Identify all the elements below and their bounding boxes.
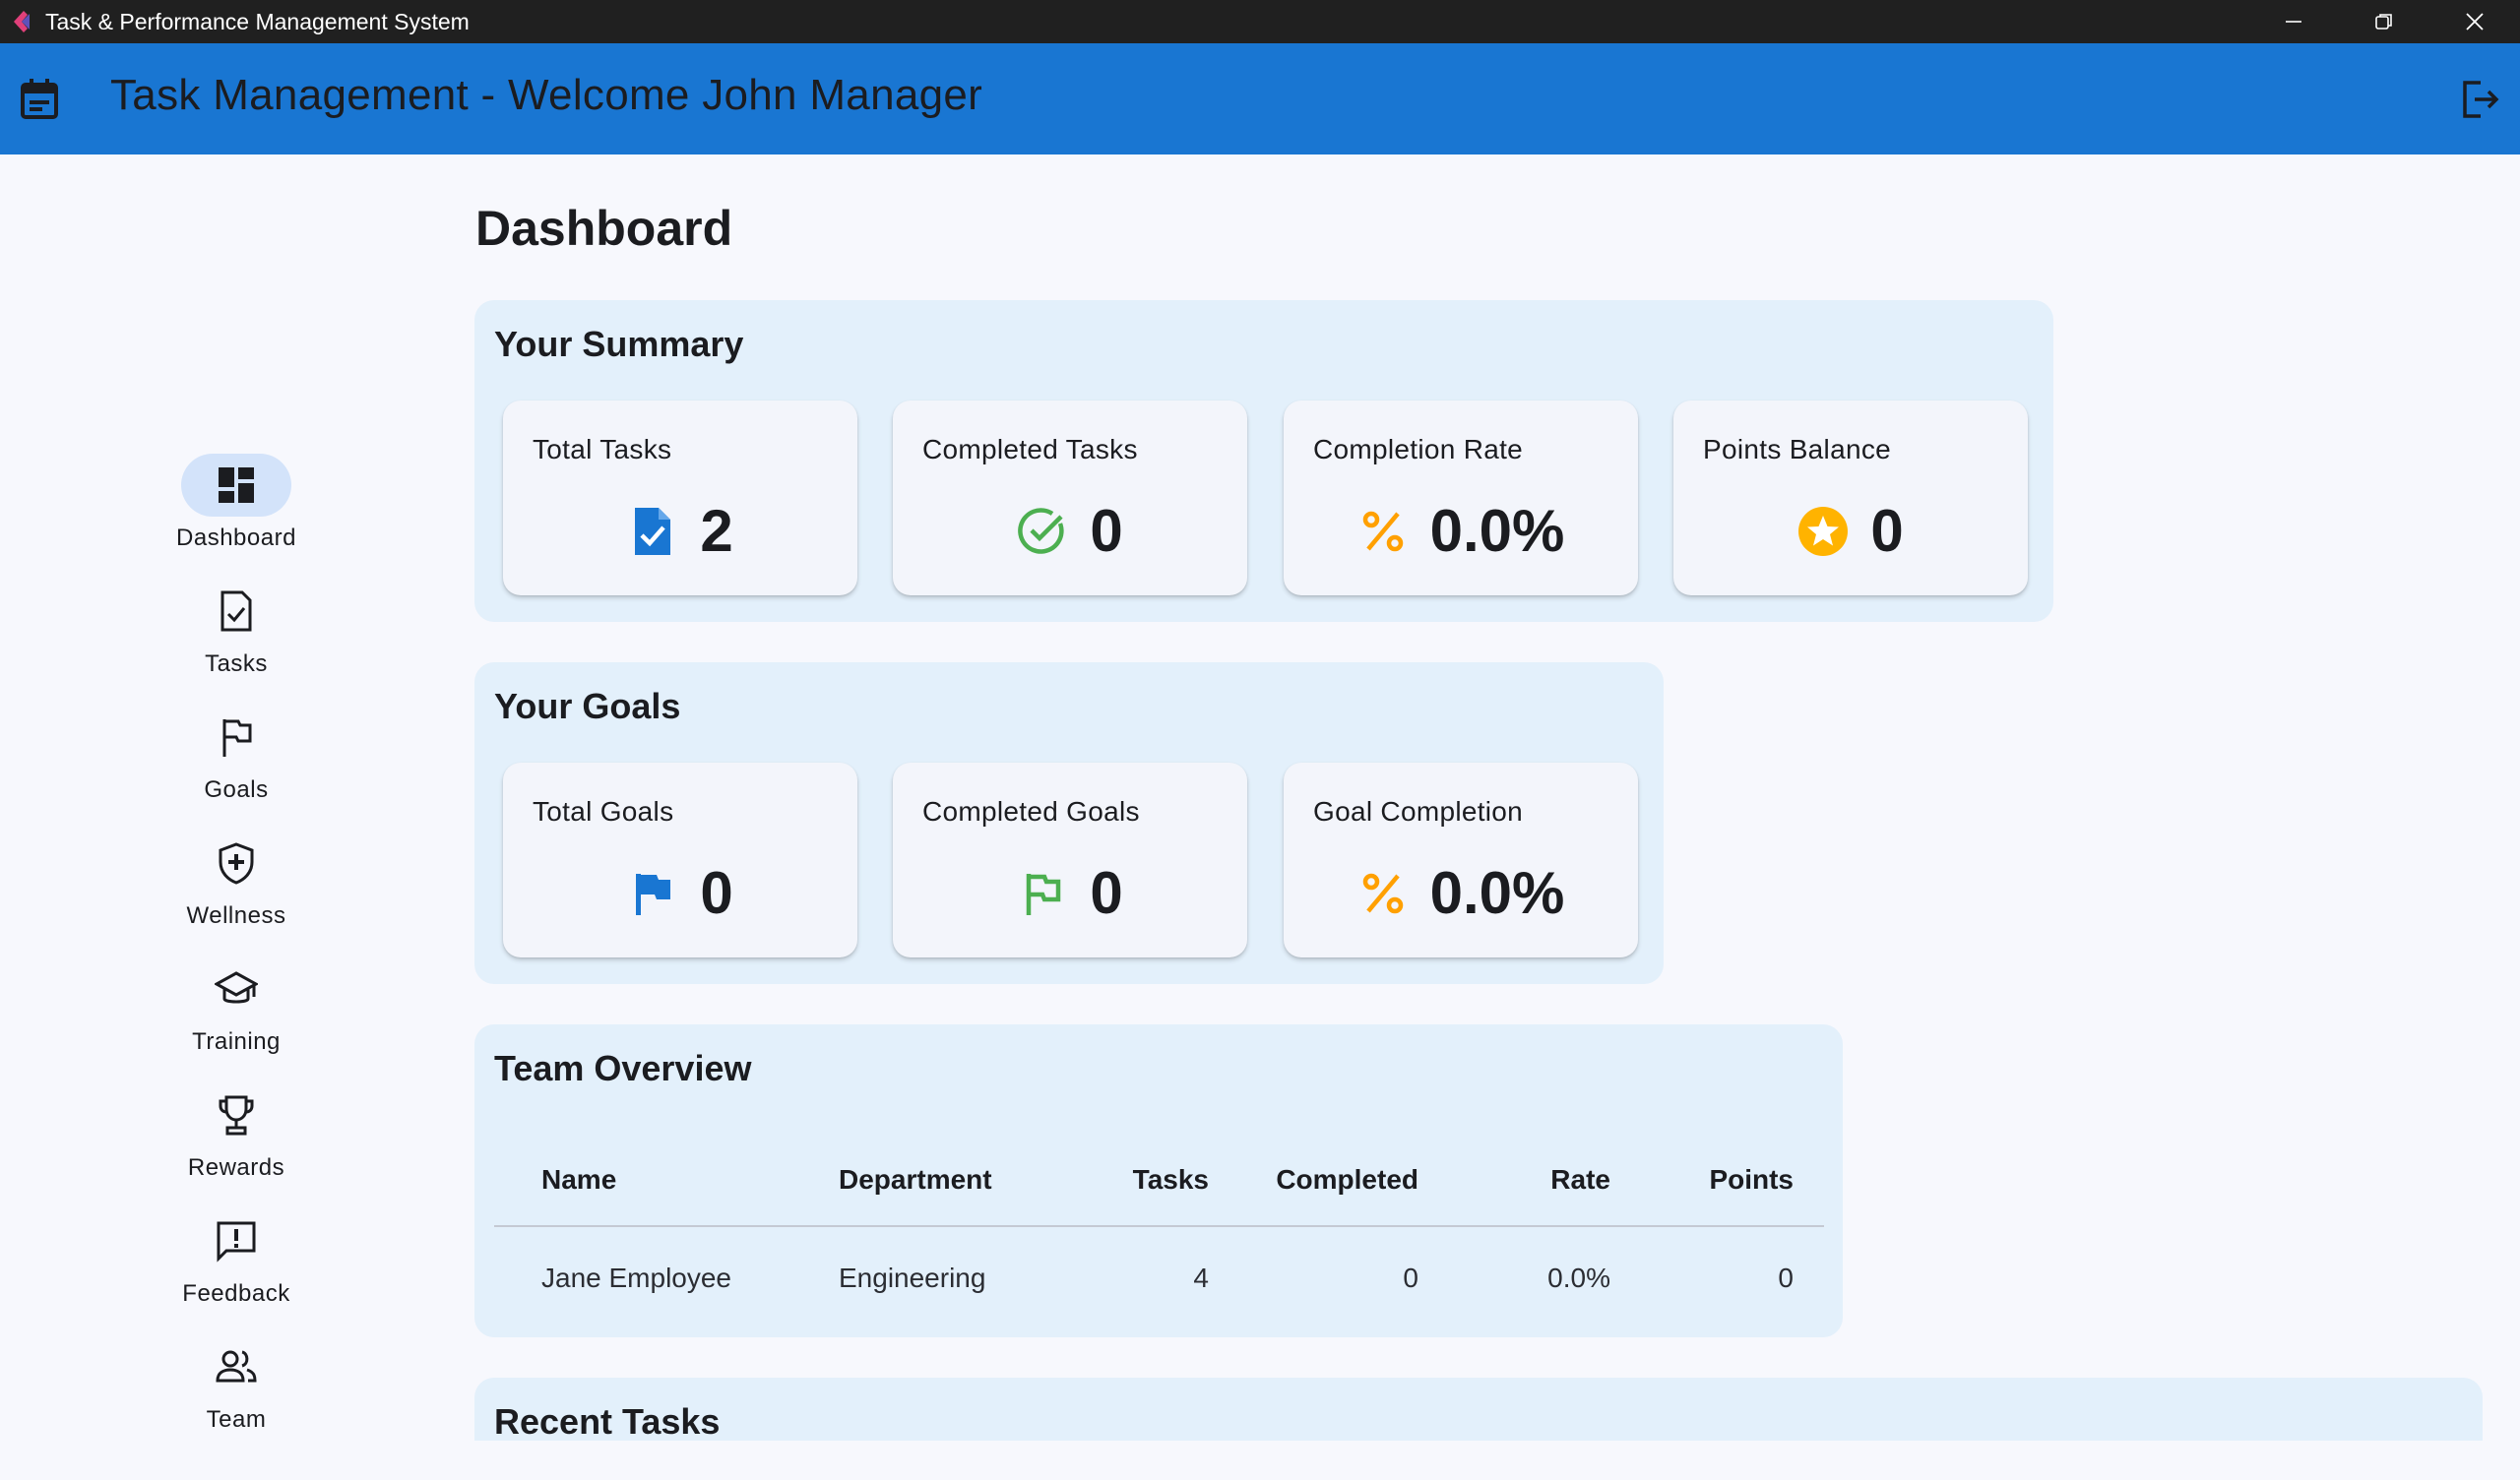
section-title: Recent Tasks — [494, 1401, 721, 1441]
card-label: Total Goals — [533, 796, 674, 827]
nav-item-goals[interactable]: Goals — [138, 706, 335, 824]
health-shield-icon — [181, 832, 291, 894]
table-row[interactable]: Jane Employee Engineering 4 0 0.0% 0 — [494, 1227, 1824, 1322]
column-header-name[interactable]: Name — [541, 1133, 616, 1227]
nav-item-feedback[interactable]: Feedback — [138, 1209, 335, 1327]
section-title: Your Summary — [494, 324, 744, 364]
bottom-clip — [0, 1441, 2520, 1480]
task-document-icon — [627, 506, 678, 557]
column-header-department[interactable]: Department — [839, 1133, 992, 1227]
nav-item-tasks[interactable]: Tasks — [138, 580, 335, 698]
stat-card-completed-goals: Completed Goals 0 — [893, 763, 1247, 957]
column-header-rate[interactable]: Rate — [1479, 1133, 1610, 1227]
team-overview-section: Team Overview Name Department Tasks Comp… — [474, 1024, 1843, 1337]
stat-card-completion-rate: Completion Rate 0.0% — [1284, 401, 1638, 595]
team-table: Name Department Tasks Completed Rate Poi… — [494, 1133, 1824, 1322]
logout-button[interactable] — [2457, 77, 2502, 122]
card-label: Total Tasks — [533, 434, 672, 464]
card-label: Points Balance — [1703, 434, 1891, 464]
summary-section: Your Summary Total Tasks 2 Completed Tas… — [474, 300, 2053, 622]
stat-card-goal-completion: Goal Completion 0.0% — [1284, 763, 1638, 957]
section-title: Team Overview — [494, 1048, 752, 1088]
nav-rail: Dashboard Tasks Goals Wellness Training … — [0, 154, 472, 1480]
column-header-points[interactable]: Points — [1636, 1133, 1794, 1227]
section-title: Your Goals — [494, 686, 681, 726]
card-value: 0 — [1090, 498, 1123, 564]
nav-item-rewards[interactable]: Rewards — [138, 1083, 335, 1202]
nav-label: Dashboard — [176, 524, 296, 551]
nav-label: Rewards — [187, 1154, 285, 1181]
trophy-icon — [181, 1083, 291, 1146]
card-value: 0 — [1090, 860, 1123, 926]
card-label: Completed Tasks — [922, 434, 1138, 464]
cell-tasks: 4 — [1193, 1263, 1209, 1293]
card-label: Completion Rate — [1313, 434, 1524, 464]
card-value: 0.0% — [1429, 860, 1565, 926]
cell-department: Engineering — [839, 1263, 986, 1293]
task-icon — [181, 580, 291, 643]
logout-icon — [2463, 81, 2499, 118]
recent-tasks-section: Recent Tasks — [474, 1378, 2483, 1441]
goals-section: Your Goals Total Goals 0 Completed Goals… — [474, 662, 1664, 984]
table-header-row: Name Department Tasks Completed Rate Poi… — [494, 1133, 1824, 1227]
feedback-icon — [181, 1209, 291, 1272]
cell-rate: 0.0% — [1547, 1263, 1610, 1293]
column-header-completed[interactable]: Completed — [1225, 1133, 1418, 1227]
star-circle-icon — [1797, 506, 1849, 557]
nav-label: Training — [192, 1028, 281, 1055]
app-bar: Task Management - Welcome John Manager — [0, 43, 2520, 154]
cell-name: Jane Employee — [541, 1263, 732, 1293]
nav-label: Goals — [204, 776, 269, 803]
cell-completed: 0 — [1403, 1263, 1418, 1293]
nav-label: Team — [206, 1406, 267, 1433]
restore-icon — [2375, 14, 2392, 30]
page-title: Dashboard — [475, 201, 733, 256]
restore-button[interactable] — [2339, 0, 2429, 43]
card-value: 0.0% — [1429, 498, 1565, 564]
flag-outline-icon — [1017, 868, 1068, 919]
cell-points: 0 — [1778, 1263, 1794, 1293]
minimize-icon — [2286, 21, 2301, 23]
calendar-icon — [20, 77, 59, 120]
close-icon — [2466, 13, 2484, 31]
card-value: 0 — [1870, 498, 1904, 564]
stat-card-completed-tasks: Completed Tasks 0 — [893, 401, 1247, 595]
flag-filled-icon — [627, 868, 678, 919]
window-title: Task & Performance Management System — [45, 8, 470, 34]
graduation-cap-icon — [181, 957, 291, 1020]
check-circle-icon — [1017, 506, 1068, 557]
card-label: Goal Completion — [1313, 796, 1524, 827]
minimize-button[interactable] — [2248, 0, 2339, 43]
card-value: 0 — [700, 860, 733, 926]
app-logo-icon — [4, 0, 37, 43]
nav-item-training[interactable]: Training — [138, 957, 335, 1076]
nav-label: Feedback — [182, 1280, 290, 1307]
stat-card-total-goals: Total Goals 0 — [503, 763, 857, 957]
nav-item-team[interactable]: Team — [138, 1335, 335, 1453]
window-titlebar: Task & Performance Management System — [0, 0, 2520, 43]
nav-item-wellness[interactable]: Wellness — [138, 832, 335, 950]
nav-label: Tasks — [205, 650, 268, 677]
nav-item-dashboard[interactable]: Dashboard — [138, 454, 335, 572]
card-label: Completed Goals — [922, 796, 1140, 827]
dashboard-icon — [181, 454, 291, 517]
stat-card-points-balance: Points Balance 0 — [1673, 401, 2028, 595]
card-value: 2 — [700, 498, 733, 564]
flag-icon — [181, 706, 291, 769]
nav-label: Wellness — [186, 902, 286, 929]
app-title: Task Management - Welcome John Manager — [110, 71, 983, 119]
stat-card-total-tasks: Total Tasks 2 — [503, 401, 857, 595]
percent-icon — [1357, 868, 1409, 919]
percent-icon — [1357, 506, 1409, 557]
people-icon — [181, 1335, 291, 1398]
close-window-button[interactable] — [2429, 0, 2520, 43]
column-header-tasks[interactable]: Tasks — [1083, 1133, 1209, 1227]
